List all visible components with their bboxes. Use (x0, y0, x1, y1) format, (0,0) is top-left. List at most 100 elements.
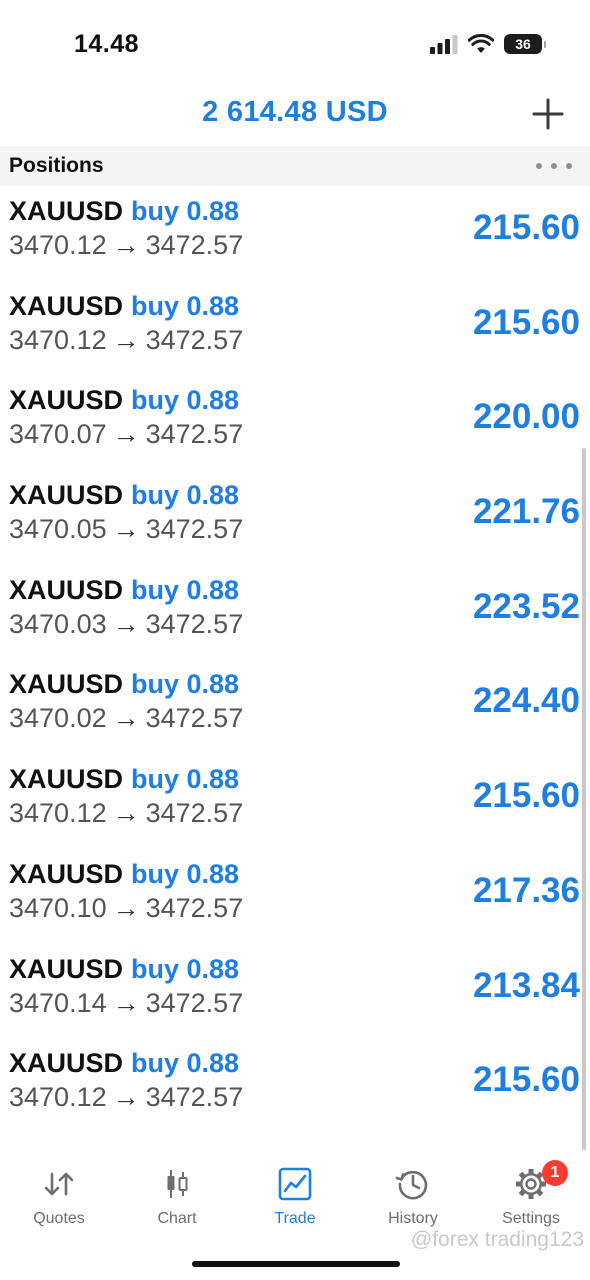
position-profit: 215.60 (472, 208, 580, 247)
open-price: 3470.07 (9, 419, 107, 450)
position-profit: 215.60 (472, 1060, 580, 1100)
plus-icon[interactable] (530, 96, 566, 132)
current-price: 3472.57 (145, 987, 244, 1018)
arrow-icon: → (112, 514, 140, 545)
position-side: buy 0.88 (131, 196, 240, 226)
position-symbol: XAUUSD (9, 385, 124, 416)
position-prices: 3470.12 → 3472.57 (9, 1082, 243, 1113)
section-title: Positions (9, 154, 104, 177)
tab-label: Trade (274, 1210, 316, 1227)
open-price: 3470.12 (9, 1082, 107, 1113)
header: 2 614.48 USD (0, 80, 590, 146)
position-row[interactable]: XAUUSD buy 0.88 3470.12 → 3472.57 215.60 (0, 1038, 590, 1133)
tab-chart[interactable]: Chart (118, 1160, 236, 1240)
position-side: buy 0.88 (131, 290, 240, 321)
more-icon[interactable] (536, 156, 572, 176)
positions-list: XAUUSD buy 0.88 3470.12 → 3472.57 215.60 XAUUS… (0, 186, 590, 1133)
open-price: 3470.12 (9, 798, 107, 829)
status-time: 14.48 (74, 30, 140, 58)
tab-trade[interactable]: Trade (236, 1160, 354, 1240)
current-price: 3472.57 (145, 230, 244, 260)
position-prices: 3470.10 → 3472.57 (9, 893, 243, 924)
position-profit: 223.52 (472, 586, 580, 626)
tab-label: Chart (157, 1210, 197, 1227)
positions-section-header: Positions (0, 146, 590, 186)
position-symbol: XAUUSD (9, 858, 124, 889)
position-symbol: XAUUSD (9, 574, 124, 605)
position-side: buy 0.88 (131, 574, 240, 605)
arrow-icon: → (112, 892, 140, 923)
open-price: 3470.10 (9, 892, 107, 923)
position-row[interactable]: XAUUSD buy 0.88 3470.07 → 3472.57 220.00 (0, 375, 590, 470)
arrow-icon: → (112, 798, 140, 829)
arrow-icon: → (112, 703, 140, 734)
position-row[interactable]: XAUUSD buy 0.88 3470.12 → 3472.57 215.60 (0, 281, 590, 376)
position-profit: 217.36 (472, 870, 580, 910)
current-price: 3472.57 (145, 703, 244, 734)
position-row[interactable]: XAUUSD buy 0.88 3470.12 → 3472.57 215.60 (0, 186, 590, 281)
position-title: XAUUSD buy 0.88 (9, 575, 239, 606)
position-side: buy 0.88 (131, 858, 240, 889)
watermark: @forex trading123 (410, 1228, 584, 1251)
position-title: XAUUSD buy 0.88 (9, 385, 239, 416)
current-price: 3472.57 (145, 798, 244, 829)
position-row[interactable]: XAUUSD buy 0.88 3470.14 → 3472.57 213.84 (0, 944, 590, 1039)
position-prices: 3470.14 → 3472.57 (9, 988, 243, 1019)
current-price: 3472.57 (145, 324, 244, 355)
chart-icon (167, 1170, 188, 1198)
position-title: XAUUSD buy 0.88 (9, 669, 239, 700)
wifi-icon (468, 34, 494, 53)
position-profit: 221.76 (472, 492, 580, 532)
position-side: buy 0.88 (131, 764, 240, 795)
notification-badge: 1 (542, 1160, 568, 1186)
current-price: 3472.57 (145, 514, 244, 545)
position-profit: 215.60 (472, 302, 580, 342)
open-price: 3470.02 (9, 703, 107, 734)
position-row[interactable]: XAUUSD buy 0.88 3470.03 → 3472.57 223.52 (0, 565, 590, 660)
current-price: 3472.57 (145, 892, 244, 923)
position-symbol: XAUUSD (9, 669, 124, 700)
position-row[interactable]: XAUUSD buy 0.88 3470.10 → 3472.57 217.36 (0, 849, 590, 944)
position-title: XAUUSD buy 0.88 (9, 1048, 239, 1079)
position-side: buy 0.88 (131, 480, 240, 511)
signal-icon (430, 35, 458, 54)
tab-label: History (388, 1210, 438, 1227)
open-price: 3470.05 (9, 514, 107, 545)
arrow-icon: → (112, 608, 140, 639)
position-profit: 220.00 (472, 397, 580, 437)
position-title: XAUUSD buy 0.88 (9, 480, 239, 511)
position-profit: 215.60 (472, 776, 580, 816)
position-symbol: XAUUSD (9, 480, 124, 511)
position-prices: 3470.12 → 3472.57 (9, 798, 243, 829)
tab-label: Settings (502, 1210, 560, 1227)
position-symbol: XAUUSD (9, 1048, 124, 1079)
scrollbar[interactable] (582, 448, 586, 1150)
current-price: 3472.57 (145, 419, 244, 450)
position-symbol: XAUUSD (9, 196, 124, 226)
position-prices: 3470.02 → 3472.57 (9, 703, 243, 734)
position-side: buy 0.88 (131, 953, 240, 984)
open-price: 3470.03 (9, 608, 107, 639)
position-title: XAUUSD buy 0.88 (9, 764, 239, 795)
position-title: XAUUSD buy 0.88 (9, 954, 239, 985)
position-side: buy 0.88 (131, 1048, 240, 1079)
position-row[interactable]: XAUUSD buy 0.88 3470.05 → 3472.57 221.76 (0, 470, 590, 565)
position-title: XAUUSD buy 0.88 (9, 291, 239, 322)
position-side: buy 0.88 (131, 669, 240, 700)
quotes-icon (44, 1172, 74, 1196)
position-symbol: XAUUSD (9, 290, 124, 321)
arrow-icon: → (112, 324, 140, 355)
status-bar: 14.48 36 (0, 0, 590, 80)
trade-icon (278, 1167, 312, 1201)
status-icons: 36 (430, 32, 546, 56)
position-row[interactable]: XAUUSD buy 0.88 3470.02 → 3472.57 224.40 (0, 659, 590, 754)
tab-quotes[interactable]: Quotes (0, 1160, 118, 1240)
home-indicator[interactable] (192, 1261, 400, 1267)
arrow-icon: → (112, 419, 140, 450)
position-symbol: XAUUSD (9, 953, 124, 984)
position-prices: 3470.12 → 3472.57 (9, 325, 243, 356)
position-title: XAUUSD buy 0.88 (9, 196, 239, 227)
position-row[interactable]: XAUUSD buy 0.88 3470.12 → 3472.57 215.60 (0, 754, 590, 849)
position-profit: 213.84 (472, 965, 580, 1005)
position-prices: 3470.05 → 3472.57 (9, 514, 243, 545)
